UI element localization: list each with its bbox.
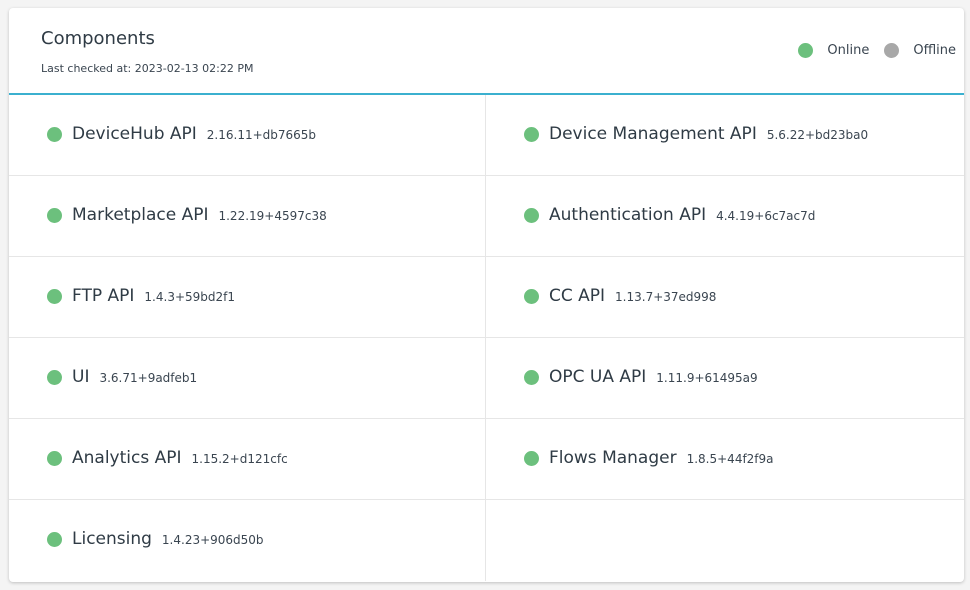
component-cell: Device Management API 5.6.22+bd23ba0 bbox=[486, 95, 964, 176]
status-dot-icon bbox=[524, 370, 539, 385]
component-cell: Analytics API 1.15.2+d121cfc bbox=[9, 419, 486, 500]
card-header: Components Last checked at: 2023-02-13 0… bbox=[9, 8, 964, 95]
component-info: Authentication API 4.4.19+6c7ac7d bbox=[549, 205, 815, 225]
component-cell: CC API 1.13.7+37ed998 bbox=[486, 257, 964, 338]
legend-online: Online bbox=[798, 43, 869, 58]
component-info: CC API 1.13.7+37ed998 bbox=[549, 286, 716, 306]
component-name: Licensing bbox=[72, 529, 152, 549]
online-dot-icon bbox=[798, 43, 814, 58]
component-info: Analytics API 1.15.2+d121cfc bbox=[72, 448, 288, 468]
component-version: 1.8.5+44f2f9a bbox=[686, 452, 774, 466]
component-cell: Flows Manager 1.8.5+44f2f9a bbox=[486, 419, 964, 500]
component-info: Flows Manager 1.8.5+44f2f9a bbox=[549, 448, 774, 468]
component-version: 3.6.71+9adfeb1 bbox=[99, 371, 198, 385]
status-dot-icon bbox=[47, 451, 62, 466]
component-name: OPC UA API bbox=[549, 367, 647, 387]
component-cell: Marketplace API 1.22.19+4597c38 bbox=[9, 176, 486, 257]
component-version: 1.4.23+906d50b bbox=[161, 533, 264, 547]
component-info: FTP API 1.4.3+59bd2f1 bbox=[72, 286, 235, 306]
component-version: 2.16.11+db7665b bbox=[206, 128, 317, 142]
component-cell: OPC UA API 1.11.9+61495a9 bbox=[486, 338, 964, 419]
component-cell: UI 3.6.71+9adfeb1 bbox=[9, 338, 486, 419]
components-card: Components Last checked at: 2023-02-13 0… bbox=[9, 8, 964, 582]
status-dot-icon bbox=[47, 370, 62, 385]
component-version: 4.4.19+6c7ac7d bbox=[716, 209, 816, 223]
last-checked: Last checked at: 2023-02-13 02:22 PM bbox=[41, 62, 253, 75]
legend-offline: Offline bbox=[884, 43, 956, 58]
component-name: Device Management API bbox=[549, 124, 757, 144]
status-legend: Online Offline bbox=[798, 43, 956, 58]
component-info: Device Management API 5.6.22+bd23ba0 bbox=[549, 124, 868, 144]
component-info: Licensing 1.4.23+906d50b bbox=[72, 529, 264, 549]
status-dot-icon bbox=[47, 208, 62, 223]
component-name: FTP API bbox=[72, 286, 135, 306]
components-grid: DeviceHub API 2.16.11+db7665b Device Mana… bbox=[9, 95, 964, 581]
component-name: CC API bbox=[549, 286, 606, 306]
component-cell: DeviceHub API 2.16.11+db7665b bbox=[9, 95, 486, 176]
component-name: Authentication API bbox=[549, 205, 707, 225]
component-version: 1.22.19+4597c38 bbox=[218, 209, 327, 223]
component-name: Marketplace API bbox=[72, 205, 209, 225]
component-name: DeviceHub API bbox=[72, 124, 197, 144]
legend-online-label: Online bbox=[827, 43, 870, 58]
last-checked-label: Last checked at: bbox=[41, 62, 132, 75]
status-dot-icon bbox=[47, 532, 62, 547]
status-dot-icon bbox=[524, 289, 539, 304]
component-info: DeviceHub API 2.16.11+db7665b bbox=[72, 124, 316, 144]
status-dot-icon bbox=[524, 451, 539, 466]
component-name: Flows Manager bbox=[549, 448, 677, 468]
component-info: UI 3.6.71+9adfeb1 bbox=[72, 367, 197, 387]
offline-dot-icon bbox=[884, 43, 900, 58]
last-checked-value: 2023-02-13 02:22 PM bbox=[134, 62, 254, 75]
empty-cell bbox=[486, 500, 964, 581]
component-name: UI bbox=[72, 367, 90, 387]
component-version: 5.6.22+bd23ba0 bbox=[766, 128, 869, 142]
component-cell: Authentication API 4.4.19+6c7ac7d bbox=[486, 176, 964, 257]
page-title: Components bbox=[41, 28, 155, 49]
component-version: 1.4.3+59bd2f1 bbox=[144, 290, 236, 304]
component-cell: FTP API 1.4.3+59bd2f1 bbox=[9, 257, 486, 338]
status-dot-icon bbox=[524, 127, 539, 142]
status-dot-icon bbox=[47, 127, 62, 142]
component-version: 1.15.2+d121cfc bbox=[191, 452, 288, 466]
status-dot-icon bbox=[524, 208, 539, 223]
component-info: OPC UA API 1.11.9+61495a9 bbox=[549, 367, 758, 387]
component-version: 1.13.7+37ed998 bbox=[615, 290, 717, 304]
legend-offline-label: Offline bbox=[913, 43, 956, 58]
component-version: 1.11.9+61495a9 bbox=[656, 371, 758, 385]
component-name: Analytics API bbox=[72, 448, 182, 468]
status-dot-icon bbox=[47, 289, 62, 304]
component-info: Marketplace API 1.22.19+4597c38 bbox=[72, 205, 327, 225]
component-cell: Licensing 1.4.23+906d50b bbox=[9, 500, 486, 581]
